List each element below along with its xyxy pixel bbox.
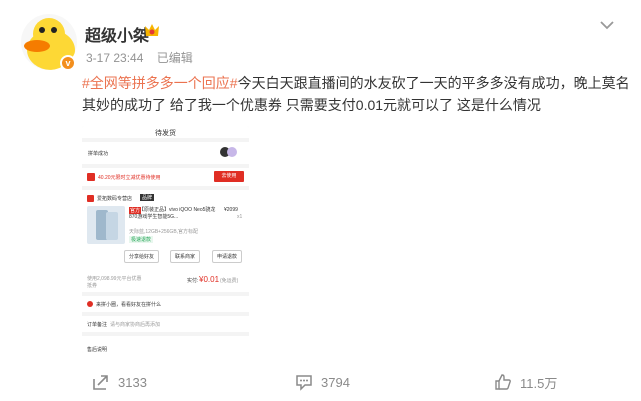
comment-button[interactable]: 3794 (295, 372, 350, 392)
chevron-down-icon[interactable] (598, 18, 616, 32)
image-shop-badge: 品牌 (140, 194, 155, 201)
image-user-avatar-2 (227, 147, 237, 157)
image-mini-row: 来拼小圈，看看好友在拼什么 (82, 296, 249, 312)
post-image[interactable]: 待发货 拼单成功 40.20元限时立减优惠待使用 去使用 爱拓数码专营店 品牌 (82, 126, 249, 353)
vip-crown-icon (145, 24, 159, 36)
image-product-qty: x1 (237, 214, 243, 220)
post-meta: 3-17 23:44 已编辑 (86, 49, 203, 66)
image-product-name: 【原装正品】vivo iQOO Neo5骁龙870游戏学生智能5G... (129, 207, 216, 220)
verified-badge: v (60, 55, 76, 71)
share-icon (93, 375, 108, 390)
comment-icon (296, 375, 312, 391)
thumbs-up-icon (495, 374, 511, 390)
coupon-icon (87, 173, 95, 181)
image-product-card: 爱拓数码专营店 品牌 官方 【原装正品】vivo iQOO Neo5骁龙870游… (82, 190, 249, 272)
image-status-row: 拼单成功 (82, 142, 249, 164)
like-count: 11.5万 (520, 375, 558, 391)
image-discount-sub: 抵券 (87, 283, 98, 289)
image-product-price: ¥2099 (224, 207, 238, 213)
image-product-label: 极速退款 (129, 236, 154, 243)
image-contact-button: 联系商家 (170, 250, 201, 263)
image-order-row: 订单备注 请与商家协商后再添加 (82, 316, 249, 332)
image-refund-button: 申请退款 (212, 250, 243, 263)
topic-link[interactable]: #全网等拼多多一个回应# (82, 75, 238, 91)
like-button[interactable]: 11.5万 (494, 372, 557, 392)
image-order-placeholder: 请与商家协商后再添加 (110, 322, 161, 328)
image-pay-row: 使用2,098.99元平台优惠 抵券 实付: ¥0.01 (免运费) (82, 272, 249, 292)
post-footer: 3133 3794 11.5万 (0, 362, 641, 401)
image-title-bar: 待发货 (82, 126, 249, 138)
image-service-row: 售后说明 (82, 336, 249, 353)
comment-count: 3794 (321, 374, 350, 390)
image-mini-text: 来拼小圈，看看好友在拼什么 (96, 302, 162, 308)
image-share-button: 分享给好友 (124, 250, 160, 263)
image-service-label: 售后说明 (87, 347, 108, 353)
username[interactable]: 超级小桀 (85, 22, 149, 46)
image-pay-amount: ¥0.01 (199, 275, 220, 284)
edited-label: 已编辑 (156, 51, 193, 65)
share-count: 3133 (118, 374, 147, 390)
image-coupon-row: 40.20元限时立减优惠待使用 去使用 (82, 168, 249, 186)
mini-icon (87, 301, 93, 307)
image-order-label: 订单备注 (87, 322, 108, 328)
shop-icon (87, 195, 94, 202)
image-coupon-text: 40.20元限时立减优惠待使用 (98, 175, 161, 181)
image-shop-name: 爱拓数码专营店 (97, 196, 133, 202)
image-coupon-button: 去使用 (214, 171, 244, 182)
image-status-text: 拼单成功 (88, 151, 109, 157)
image-pay-label: 实付: (187, 278, 199, 284)
share-button[interactable]: 3133 (92, 372, 147, 392)
image-page-title: 待发货 (155, 130, 176, 137)
post-time[interactable]: 3-17 23:44 (86, 51, 143, 65)
image-product-spec: 天际蓝,12GB+256GB,官方标配 (129, 229, 199, 235)
phone-product-image (87, 206, 125, 244)
image-pay-note: (免运费) (220, 278, 239, 284)
weibo-post: v 超级小桀 3-17 23:44 已编辑 #全网等拼多多一个回应#今天白天跟直… (0, 0, 641, 401)
post-content: #全网等拼多多一个回应#今天白天跟直播间的水友砍了一天的平多多没有成功，晚上莫名… (82, 72, 630, 116)
image-discount-text: 使用2,098.99元平台优惠 (87, 276, 142, 282)
